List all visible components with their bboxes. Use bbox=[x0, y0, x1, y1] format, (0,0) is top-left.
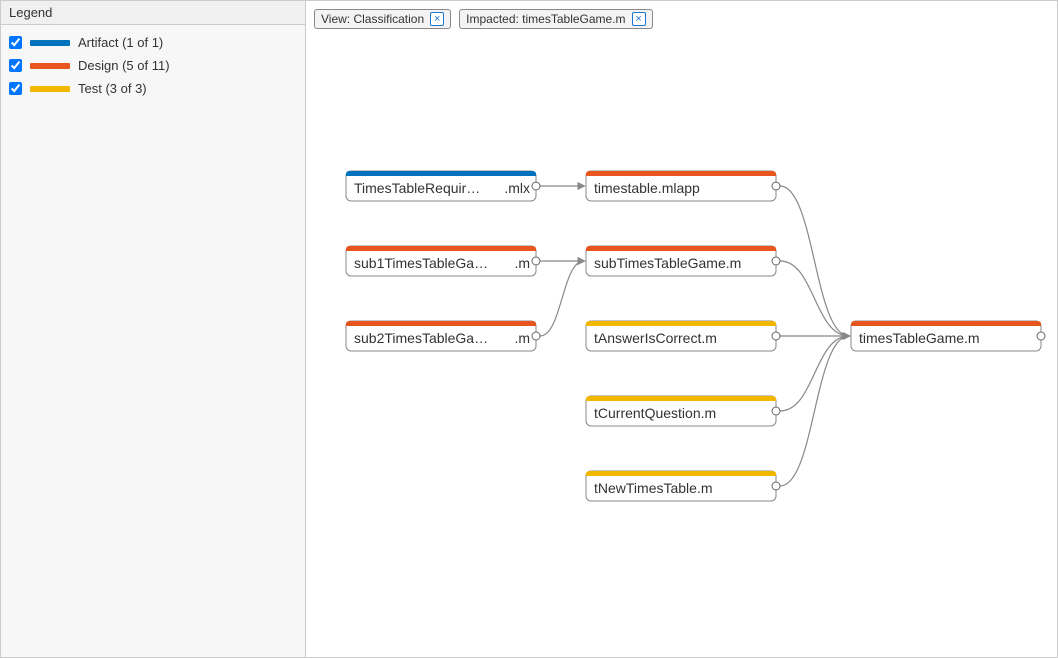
legend-label: Artifact (1 of 1) bbox=[78, 35, 163, 50]
node-label: sub2TimesTableGa… bbox=[354, 330, 488, 346]
node-label: subTimesTableGame.m bbox=[594, 255, 741, 271]
edge bbox=[540, 261, 584, 336]
legend-item: Artifact (1 of 1) bbox=[9, 31, 297, 54]
legend-items: Artifact (1 of 1) Design (5 of 11) Test (3… bbox=[1, 25, 305, 106]
port-out bbox=[532, 257, 540, 265]
filter-bar: View: Classification×Impacted: timesTabl… bbox=[314, 9, 653, 29]
port-out bbox=[772, 407, 780, 415]
legend-swatch bbox=[30, 40, 70, 46]
legend-swatch bbox=[30, 86, 70, 92]
graph-node[interactable]: sub2TimesTableGa… .m bbox=[346, 321, 540, 351]
edge bbox=[780, 336, 849, 411]
port-out bbox=[772, 332, 780, 340]
legend-checkbox[interactable] bbox=[9, 59, 22, 72]
node-label: TimesTableRequir… bbox=[354, 180, 480, 196]
graph-node[interactable]: tCurrentQuestion.m bbox=[586, 396, 780, 426]
node-label: timesTableGame.m bbox=[859, 330, 980, 346]
node-ext: .mlx bbox=[504, 180, 530, 196]
edge bbox=[780, 261, 849, 336]
node-label: tCurrentQuestion.m bbox=[594, 405, 716, 421]
port-out bbox=[532, 332, 540, 340]
port-out bbox=[772, 182, 780, 190]
graph-node[interactable]: timesTableGame.m bbox=[851, 321, 1045, 351]
node-label: tAnswerIsCorrect.m bbox=[594, 330, 717, 346]
filter-chip[interactable]: Impacted: timesTableGame.m × bbox=[459, 9, 652, 29]
legend-item: Design (5 of 11) bbox=[9, 54, 297, 77]
app-frame: Legend Artifact (1 of 1) Design (5 of 11)… bbox=[0, 0, 1058, 658]
legend-panel: Legend Artifact (1 of 1) Design (5 of 11)… bbox=[1, 1, 306, 657]
legend-checkbox[interactable] bbox=[9, 82, 22, 95]
filter-chip[interactable]: View: Classification × bbox=[314, 9, 451, 29]
node-ext: .m bbox=[514, 255, 530, 271]
node-ext: .m bbox=[514, 330, 530, 346]
legend-title: Legend bbox=[1, 1, 305, 25]
port-out bbox=[772, 482, 780, 490]
filter-label: Impacted: timesTableGame.m bbox=[466, 12, 625, 26]
legend-label: Test (3 of 3) bbox=[78, 81, 147, 96]
port-out bbox=[1037, 332, 1045, 340]
legend-swatch bbox=[30, 63, 70, 69]
close-icon[interactable]: × bbox=[430, 12, 444, 26]
close-icon[interactable]: × bbox=[632, 12, 646, 26]
edge bbox=[780, 186, 849, 336]
node-label: tNewTimesTable.m bbox=[594, 480, 713, 496]
node-label: sub1TimesTableGa… bbox=[354, 255, 488, 271]
port-out bbox=[532, 182, 540, 190]
edge bbox=[780, 336, 849, 486]
legend-item: Test (3 of 3) bbox=[9, 77, 297, 100]
graph-node[interactable]: subTimesTableGame.m bbox=[586, 246, 780, 276]
graph-canvas[interactable]: View: Classification×Impacted: timesTabl… bbox=[306, 1, 1057, 657]
graph-node[interactable]: tNewTimesTable.m bbox=[586, 471, 780, 501]
port-out bbox=[772, 257, 780, 265]
node-label: timestable.mlapp bbox=[594, 180, 700, 196]
dependency-graph[interactable]: TimesTableRequir… .mlx sub1TimesTableGa… .m… bbox=[306, 1, 1058, 657]
graph-node[interactable]: timestable.mlapp bbox=[586, 171, 780, 201]
legend-label: Design (5 of 11) bbox=[78, 58, 170, 73]
legend-checkbox[interactable] bbox=[9, 36, 22, 49]
graph-node[interactable]: TimesTableRequir… .mlx bbox=[346, 171, 540, 201]
graph-node[interactable]: sub1TimesTableGa… .m bbox=[346, 246, 540, 276]
filter-label: View: Classification bbox=[321, 12, 424, 26]
graph-node[interactable]: tAnswerIsCorrect.m bbox=[586, 321, 780, 351]
